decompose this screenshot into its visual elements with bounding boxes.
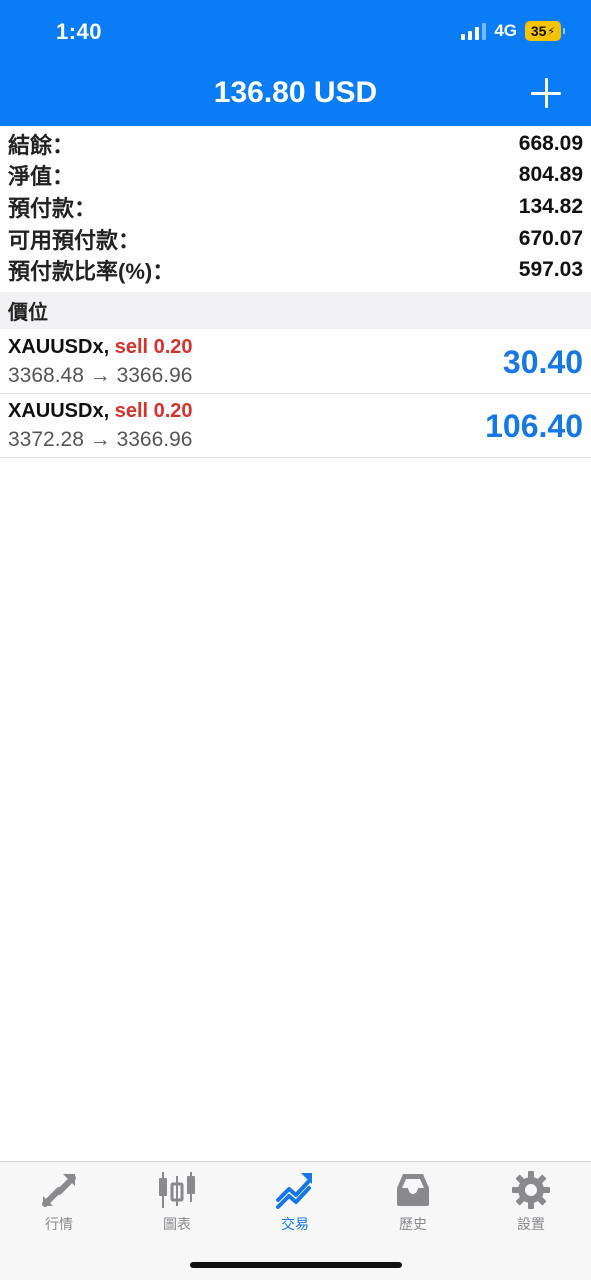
tab-chart[interactable]: 圖表 — [118, 1170, 236, 1234]
tab-chart-label: 圖表 — [163, 1216, 191, 1232]
new-order-plus-icon[interactable] — [529, 76, 563, 110]
tab-trade[interactable]: 交易 — [236, 1170, 354, 1234]
position-title: XAUUSDx, sell 0.20 — [8, 336, 193, 359]
summary-row-equity: 淨值： 804.89 — [0, 160, 591, 192]
status-indicators: 4G 35 ⚡ — [461, 21, 565, 41]
position-profit: 106.40 — [485, 408, 583, 444]
position-row[interactable]: XAUUSDx, sell 0.20 3372.28 → 3366.96 106… — [0, 394, 591, 458]
margin-level-value: 597.03 — [518, 258, 583, 282]
position-side: sell 0.20 — [114, 336, 193, 358]
position-title: XAUUSDx, sell 0.20 — [8, 400, 193, 423]
tab-settings[interactable]: 設置 — [472, 1170, 590, 1234]
tab-history[interactable]: 歷史 — [354, 1170, 472, 1234]
summary-row-margin-level: 預付款比率(%)： 597.03 — [0, 254, 591, 286]
position-symbol: XAUUSDx, — [8, 400, 110, 422]
position-side: sell 0.20 — [114, 400, 193, 422]
balance-title: 136.80 USD — [213, 76, 378, 109]
tab-settings-label: 設置 — [517, 1216, 545, 1232]
battery-level: 35 — [530, 23, 547, 39]
status-time: 1:40 — [56, 19, 103, 44]
home-indicator[interactable] — [190, 1262, 402, 1268]
charging-bolt-icon: ⚡ — [547, 25, 556, 38]
account-summary: 結餘： 668.09 淨值： 804.89 預付款： 134.82 可用預付款：… — [0, 128, 591, 286]
summary-row-free-margin: 可用預付款： 670.07 — [0, 223, 591, 255]
position-prices: 3372.28 → 3366.96 — [8, 428, 193, 451]
position-symbol: XAUUSDx, — [8, 336, 110, 358]
positions-section-header: 價位 — [0, 292, 591, 329]
position-row[interactable]: XAUUSDx, sell 0.20 3368.48 → 3366.96 30.… — [0, 330, 591, 394]
top-bar: 1:40 4G 35 ⚡ 136.80 USD — [0, 0, 591, 126]
position-profit: 30.40 — [502, 344, 583, 380]
position-prices: 3368.48 → 3366.96 — [8, 364, 193, 387]
tab-quotes[interactable]: 行情 — [0, 1170, 118, 1234]
gear-icon — [512, 1171, 550, 1209]
equity-label: 淨值： — [8, 164, 75, 190]
quotes-arrows-icon — [42, 1174, 76, 1207]
tab-quotes-label: 行情 — [45, 1216, 73, 1232]
tab-history-label: 歷史 — [399, 1216, 427, 1232]
equity-value: 804.89 — [518, 163, 583, 187]
candlestick-chart-icon — [159, 1172, 195, 1208]
history-inbox-icon — [397, 1174, 429, 1206]
tab-trade-label: 交易 — [281, 1216, 309, 1232]
balance-value: 668.09 — [518, 131, 583, 155]
positions-list: XAUUSDx, sell 0.20 3368.48 → 3366.96 30.… — [0, 330, 591, 458]
free-margin-value: 670.07 — [518, 226, 583, 250]
margin-value: 134.82 — [518, 194, 583, 218]
margin-level-label: 預付款比率(%)： — [8, 259, 175, 285]
trade-trend-icon — [276, 1173, 312, 1209]
network-type: 4G — [494, 21, 517, 40]
status-bar: 1:40 4G 35 ⚡ — [0, 0, 591, 64]
summary-row-margin: 預付款： 134.82 — [0, 191, 591, 223]
balance-label: 結餘： — [8, 132, 75, 158]
margin-label: 預付款： — [8, 195, 97, 221]
battery-icon: 35 ⚡ — [525, 21, 565, 41]
summary-row-balance: 結餘： 668.09 — [0, 128, 591, 160]
signal-strength-icon — [461, 22, 487, 40]
free-margin-label: 可用預付款： — [8, 227, 141, 253]
